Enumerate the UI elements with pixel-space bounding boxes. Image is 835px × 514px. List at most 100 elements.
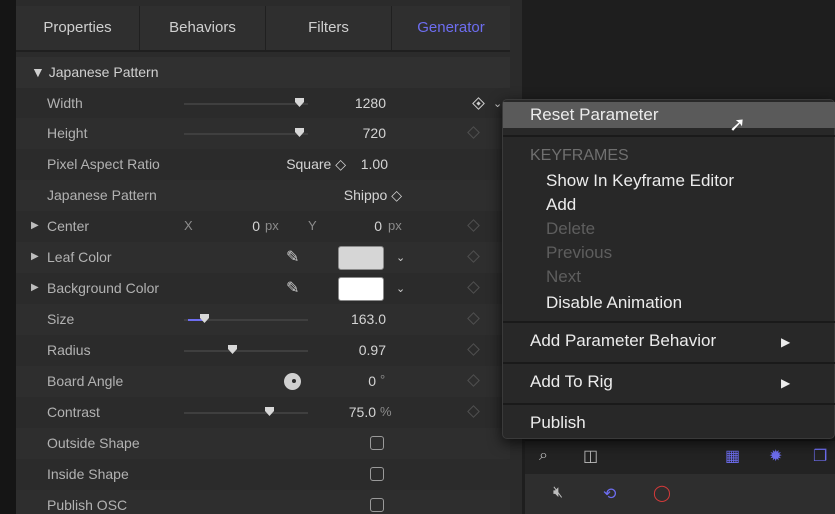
param-row-size: Size 163.0 <box>16 304 510 335</box>
keyframe-icon[interactable] <box>467 405 480 418</box>
param-row-outside-shape: Outside Shape <box>16 428 510 459</box>
menu-item-add[interactable]: Add <box>546 195 576 215</box>
record-icon[interactable]: ◯ <box>653 483 671 503</box>
keyframe-icon[interactable] <box>467 374 480 387</box>
eyedropper-icon[interactable]: ✎ <box>286 278 299 298</box>
menu-item-add-to-rig[interactable]: Add To Rig ▶ <box>503 368 835 396</box>
chevron-down-icon[interactable]: ⌄ <box>493 97 502 110</box>
height-value[interactable]: 720 <box>336 125 386 141</box>
height-slider[interactable] <box>184 133 308 135</box>
width-slider[interactable] <box>184 103 308 105</box>
window-left-edge <box>0 0 16 514</box>
menu-item-label: Add Parameter Behavior <box>530 331 717 350</box>
param-row-pixel-aspect: Pixel Aspect Ratio Square ◇ 1.00 <box>16 149 510 180</box>
radius-slider-thumb[interactable] <box>228 345 237 354</box>
tab-divider <box>16 50 510 52</box>
board-angle-unit: ° <box>380 372 386 387</box>
menu-item-disable-animation[interactable]: Disable Animation <box>546 293 682 313</box>
contrast-value[interactable]: 75.0 <box>326 404 376 420</box>
background-color-label: Background Color <box>47 280 160 296</box>
param-row-leaf-color: ▶ Leaf Color ✎ ⌄ <box>16 242 510 273</box>
radius-slider[interactable] <box>184 350 308 352</box>
submenu-arrow-icon: ▶ <box>781 376 791 390</box>
eyedropper-icon[interactable]: ✎ <box>286 247 299 267</box>
leaf-color-label: Leaf Color <box>47 249 112 265</box>
pixel-aspect-value[interactable]: 1.00 <box>354 156 388 172</box>
playback-toolbar: 🔇︎ ⟲ ◯ <box>525 474 835 514</box>
param-row-background-color: ▶ Background Color ✎ ⌄ <box>16 273 510 304</box>
layout-icon[interactable]: ◫ <box>583 446 598 466</box>
param-row-center: ▶ Center X 0 px Y 0 px <box>16 211 510 242</box>
loop-icon[interactable]: ⟲ <box>603 484 616 504</box>
chevron-down-icon[interactable]: ⌄ <box>396 282 405 295</box>
publish-osc-checkbox[interactable] <box>370 498 384 512</box>
pattern-label: Japanese Pattern <box>47 187 157 203</box>
layers-icon[interactable]: ❐ <box>813 446 827 466</box>
menu-separator <box>503 403 835 405</box>
pattern-popup[interactable]: Shippo ◇ <box>316 187 402 204</box>
size-slider-thumb[interactable] <box>200 314 209 323</box>
search-icon[interactable]: ⌕ <box>539 447 548 465</box>
background-color-swatch[interactable] <box>338 277 384 301</box>
menu-item-add-parameter-behavior[interactable]: Add Parameter Behavior ▶ <box>503 327 835 355</box>
checkerboard-icon[interactable]: ▦ <box>725 446 740 466</box>
param-row-radius: Radius 0.97 <box>16 335 510 366</box>
keyframe-icon[interactable] <box>467 281 480 294</box>
disclosure-triangle-icon[interactable]: ▶ <box>31 282 39 293</box>
contrast-slider-thumb[interactable] <box>265 407 274 416</box>
param-row-pattern: Japanese Pattern Shippo ◇ <box>16 180 510 211</box>
mouse-cursor-icon: ➚ <box>729 114 746 136</box>
inspector-panel: Properties Behaviors Filters Generator ▼… <box>16 0 522 514</box>
tab-filters[interactable]: Filters <box>266 6 392 50</box>
center-y-unit: px <box>388 218 402 233</box>
contrast-slider[interactable] <box>184 412 308 414</box>
menu-item-publish[interactable]: Publish <box>503 409 835 437</box>
center-x-value[interactable]: 0 <box>234 218 260 234</box>
board-angle-value[interactable]: 0 <box>346 373 376 389</box>
keyframe-icon[interactable] <box>467 250 480 263</box>
gear-icon[interactable]: ✹ <box>769 446 782 466</box>
keyframe-icon[interactable] <box>467 219 480 232</box>
param-row-board-angle: Board Angle 0 ° <box>16 366 510 397</box>
keyframe-icon[interactable] <box>467 312 480 325</box>
center-label: Center <box>47 218 90 234</box>
disclosure-triangle-icon[interactable]: ▶ <box>31 220 39 231</box>
param-row-publish-osc: Publish OSC <box>16 490 510 514</box>
tab-behaviors[interactable]: Behaviors <box>140 6 266 50</box>
radius-label: Radius <box>47 342 91 358</box>
width-label: Width <box>47 95 83 111</box>
width-value[interactable]: 1280 <box>336 95 386 111</box>
outside-shape-checkbox[interactable] <box>370 436 384 450</box>
section-title: ▼ Japanese Pattern <box>31 64 159 80</box>
width-slider-thumb[interactable] <box>295 98 304 107</box>
board-angle-label: Board Angle <box>47 373 124 389</box>
radius-value[interactable]: 0.97 <box>336 342 386 358</box>
param-row-contrast: Contrast 75.0 % <box>16 397 510 428</box>
keyframe-icon[interactable] <box>467 343 480 356</box>
menu-item-label: Reset Parameter <box>530 105 659 124</box>
pixel-aspect-label: Pixel Aspect Ratio <box>47 156 160 172</box>
menu-item-reset-parameter[interactable]: Reset Parameter <box>503 102 835 128</box>
angle-dial-icon[interactable] <box>284 373 301 390</box>
menu-item-show-in-keyframe-editor[interactable]: Show In Keyframe Editor <box>546 171 734 191</box>
inspector-tabs: Properties Behaviors Filters Generator <box>16 6 510 50</box>
viewer-toolbar: ⌕ ◫ ▦ ✹ ❐ <box>525 440 835 474</box>
pixel-aspect-popup[interactable]: Square ◇ <box>266 156 346 173</box>
leaf-color-swatch[interactable] <box>338 246 384 270</box>
size-value[interactable]: 163.0 <box>326 311 386 327</box>
chevron-down-icon[interactable]: ⌄ <box>396 251 405 264</box>
height-label: Height <box>47 125 88 141</box>
add-keyframe-icon[interactable] <box>472 97 485 110</box>
center-y-value[interactable]: 0 <box>356 218 382 234</box>
inside-shape-checkbox[interactable] <box>370 467 384 481</box>
menu-item-label: Publish <box>530 413 586 432</box>
contrast-label: Contrast <box>47 404 100 420</box>
disclosure-triangle-icon[interactable]: ▶ <box>31 251 39 262</box>
mute-audio-icon[interactable]: 🔇︎ <box>553 484 563 502</box>
menu-separator <box>503 362 835 364</box>
keyframe-icon[interactable] <box>467 126 480 139</box>
height-slider-thumb[interactable] <box>295 128 304 137</box>
section-japanese-pattern[interactable]: ▼ Japanese Pattern <box>16 57 510 88</box>
tab-properties[interactable]: Properties <box>16 6 140 50</box>
tab-generator[interactable]: Generator <box>392 6 510 50</box>
